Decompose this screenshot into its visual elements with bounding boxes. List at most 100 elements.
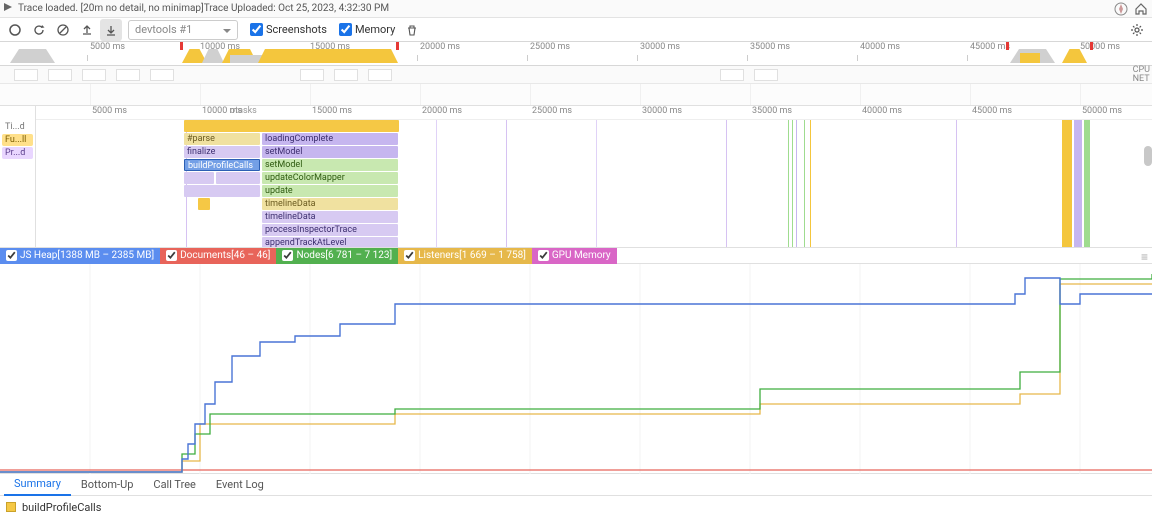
track-label[interactable]: Ti...d <box>2 121 33 133</box>
flame-body[interactable]: 5000 ms 10000 ms 15000 ms 20000 ms 25000… <box>36 106 1152 247</box>
overview-activity <box>10 49 55 63</box>
nav-marker <box>396 42 399 50</box>
settings-button[interactable] <box>1126 19 1148 41</box>
nav-marker <box>180 42 183 50</box>
garbage-collect-button[interactable] <box>401 19 423 41</box>
reload-button[interactable] <box>28 19 50 41</box>
flame-loadingComplete[interactable]: loadingComplete <box>262 133 398 145</box>
flame-tick: 25000 ms <box>532 106 572 116</box>
gpu-toggle[interactable]: GPU Memory <box>532 248 617 264</box>
track-label[interactable]: Pr...d <box>2 147 33 159</box>
overview-tick: 50000 ms <box>1080 42 1120 52</box>
flame-appendTrackAtLevel[interactable]: appendTrackAtLevel <box>262 237 398 247</box>
nodes-toggle[interactable]: Nodes[6 781 – 7 123] <box>276 248 398 264</box>
memory-graph[interactable] <box>0 264 1152 474</box>
flame-strip[interactable] <box>184 185 260 197</box>
screenshots-label: Screenshots <box>266 23 327 36</box>
overview-activity <box>258 49 398 63</box>
flame-chart[interactable]: Ti...d Fu...ll Pr...d 5000 ms 10000 ms 1… <box>0 106 1152 248</box>
clear-button[interactable] <box>52 19 74 41</box>
documents-label: Documents[46 – 46] <box>180 250 270 261</box>
js-heap-toggle[interactable]: JS Heap[1388 MB – 2385 MB] <box>0 248 160 264</box>
overview-activity <box>1020 53 1040 63</box>
flame-strip[interactable] <box>216 172 260 184</box>
overview-tick: 25000 ms <box>530 42 570 52</box>
memory-legend: JS Heap[1388 MB – 2385 MB] Documents[46 … <box>0 248 1152 264</box>
record-button[interactable] <box>4 19 26 41</box>
flame-chip[interactable] <box>198 198 210 210</box>
tab-summary[interactable]: Summary <box>4 473 71 496</box>
screenshots-checkbox-input[interactable] <box>250 23 263 36</box>
play-icon <box>4 3 12 14</box>
tab-call-tree[interactable]: Call Tree <box>143 474 205 495</box>
flame-tick: 50000 ms <box>1082 106 1122 116</box>
flame-tick: 15000 ms <box>312 106 352 116</box>
screenshots-checkbox[interactable]: Screenshots <box>250 23 327 36</box>
overview-tick: 20000 ms <box>420 42 460 52</box>
overview-tick: 5000 ms <box>90 42 125 52</box>
trace-loaded-msg: Trace loaded. [20m no detail, no minimap… <box>18 3 204 14</box>
nav-marker <box>1006 42 1009 50</box>
flame-tick: 20000 ms <box>422 106 462 116</box>
download-button[interactable] <box>100 19 122 41</box>
thumb <box>300 69 324 81</box>
overview-ruler[interactable]: 5000 ms 10000 ms 15000 ms 20000 ms 25000… <box>0 42 1152 66</box>
flame-timelineData2[interactable]: timelineData <box>262 211 398 223</box>
strip-right-labels: CPU NET <box>1133 66 1150 84</box>
flame-parse[interactable]: #parse <box>184 133 260 145</box>
listeners-toggle[interactable]: Listeners[1 669 – 1 758] <box>398 248 532 264</box>
trace-uploaded-msg: Trace Uploaded: Oct 25, 2023, 4:32:30 PM <box>204 3 389 14</box>
home-icon[interactable] <box>1134 2 1148 16</box>
net-label: NET <box>1133 75 1150 84</box>
flame-buildProfileCalls[interactable]: buildProfileCalls <box>184 159 260 171</box>
js-heap-label: JS Heap[1388 MB – 2385 MB] <box>20 250 154 261</box>
thumb <box>150 69 174 81</box>
flame-processInspectorTrace[interactable]: processInspectorTrace <box>262 224 398 236</box>
track-label[interactable]: Fu...ll <box>2 134 33 146</box>
thumb <box>368 69 392 81</box>
toolbar: devtools #1 Screenshots Memory <box>0 18 1152 42</box>
thumb <box>82 69 106 81</box>
flame-timelineData1[interactable]: timelineData <box>262 198 398 210</box>
thumb <box>720 69 744 81</box>
flame-setModel2[interactable]: setModel <box>262 159 398 171</box>
scrollbar-thumb[interactable] <box>1144 146 1152 166</box>
memory-checkbox[interactable]: Memory <box>339 23 395 36</box>
documents-toggle[interactable]: Documents[46 – 46] <box>160 248 276 264</box>
track-labels: Ti...d Fu...ll Pr...d <box>0 106 36 247</box>
thumb <box>48 69 72 81</box>
status-bar: Trace loaded. [20m no detail, no minimap… <box>0 0 1152 18</box>
flame-tick: 5000 ms <box>92 106 127 116</box>
flame-strip[interactable] <box>184 172 214 184</box>
gpu-label: GPU Memory <box>552 250 611 261</box>
upload-button[interactable] <box>76 19 98 41</box>
microtasks-label: otasks <box>230 106 257 116</box>
memory-checkbox-input[interactable] <box>339 23 352 36</box>
overview-tick: 30000 ms <box>640 42 680 52</box>
overview-tick: 35000 ms <box>750 42 790 52</box>
detail-name: buildProfileCalls <box>22 501 101 514</box>
nodes-label: Nodes[6 781 – 7 123] <box>296 250 392 261</box>
overview-tick: 40000 ms <box>860 42 900 52</box>
mini-activity-strip[interactable] <box>0 84 1152 106</box>
flame-update[interactable]: update <box>262 185 398 197</box>
flame-updateColorMapper[interactable]: updateColorMapper <box>262 172 398 184</box>
flame-setModel1[interactable]: setModel <box>262 146 398 158</box>
flame-tick: 30000 ms <box>642 106 682 116</box>
target-select-label: devtools #1 <box>135 23 192 36</box>
thumb <box>754 69 778 81</box>
screenshot-strip[interactable]: CPU NET <box>0 66 1152 84</box>
thumb <box>116 69 140 81</box>
hamburger-icon[interactable]: ≡ <box>1141 250 1148 264</box>
detail-color-swatch <box>6 502 16 512</box>
target-select[interactable]: devtools #1 <box>128 20 238 40</box>
flame-finalize[interactable]: finalize <box>184 146 260 158</box>
flame-tick: 35000 ms <box>752 106 792 116</box>
compass-icon[interactable] <box>1114 2 1128 16</box>
flame-task[interactable] <box>184 120 399 132</box>
tab-bottom-up[interactable]: Bottom-Up <box>71 474 144 495</box>
flame-ruler: 5000 ms 10000 ms 15000 ms 20000 ms 25000… <box>36 106 1152 120</box>
thumb <box>14 69 38 81</box>
flame-tick: 45000 ms <box>972 106 1012 116</box>
tab-event-log[interactable]: Event Log <box>206 474 274 495</box>
